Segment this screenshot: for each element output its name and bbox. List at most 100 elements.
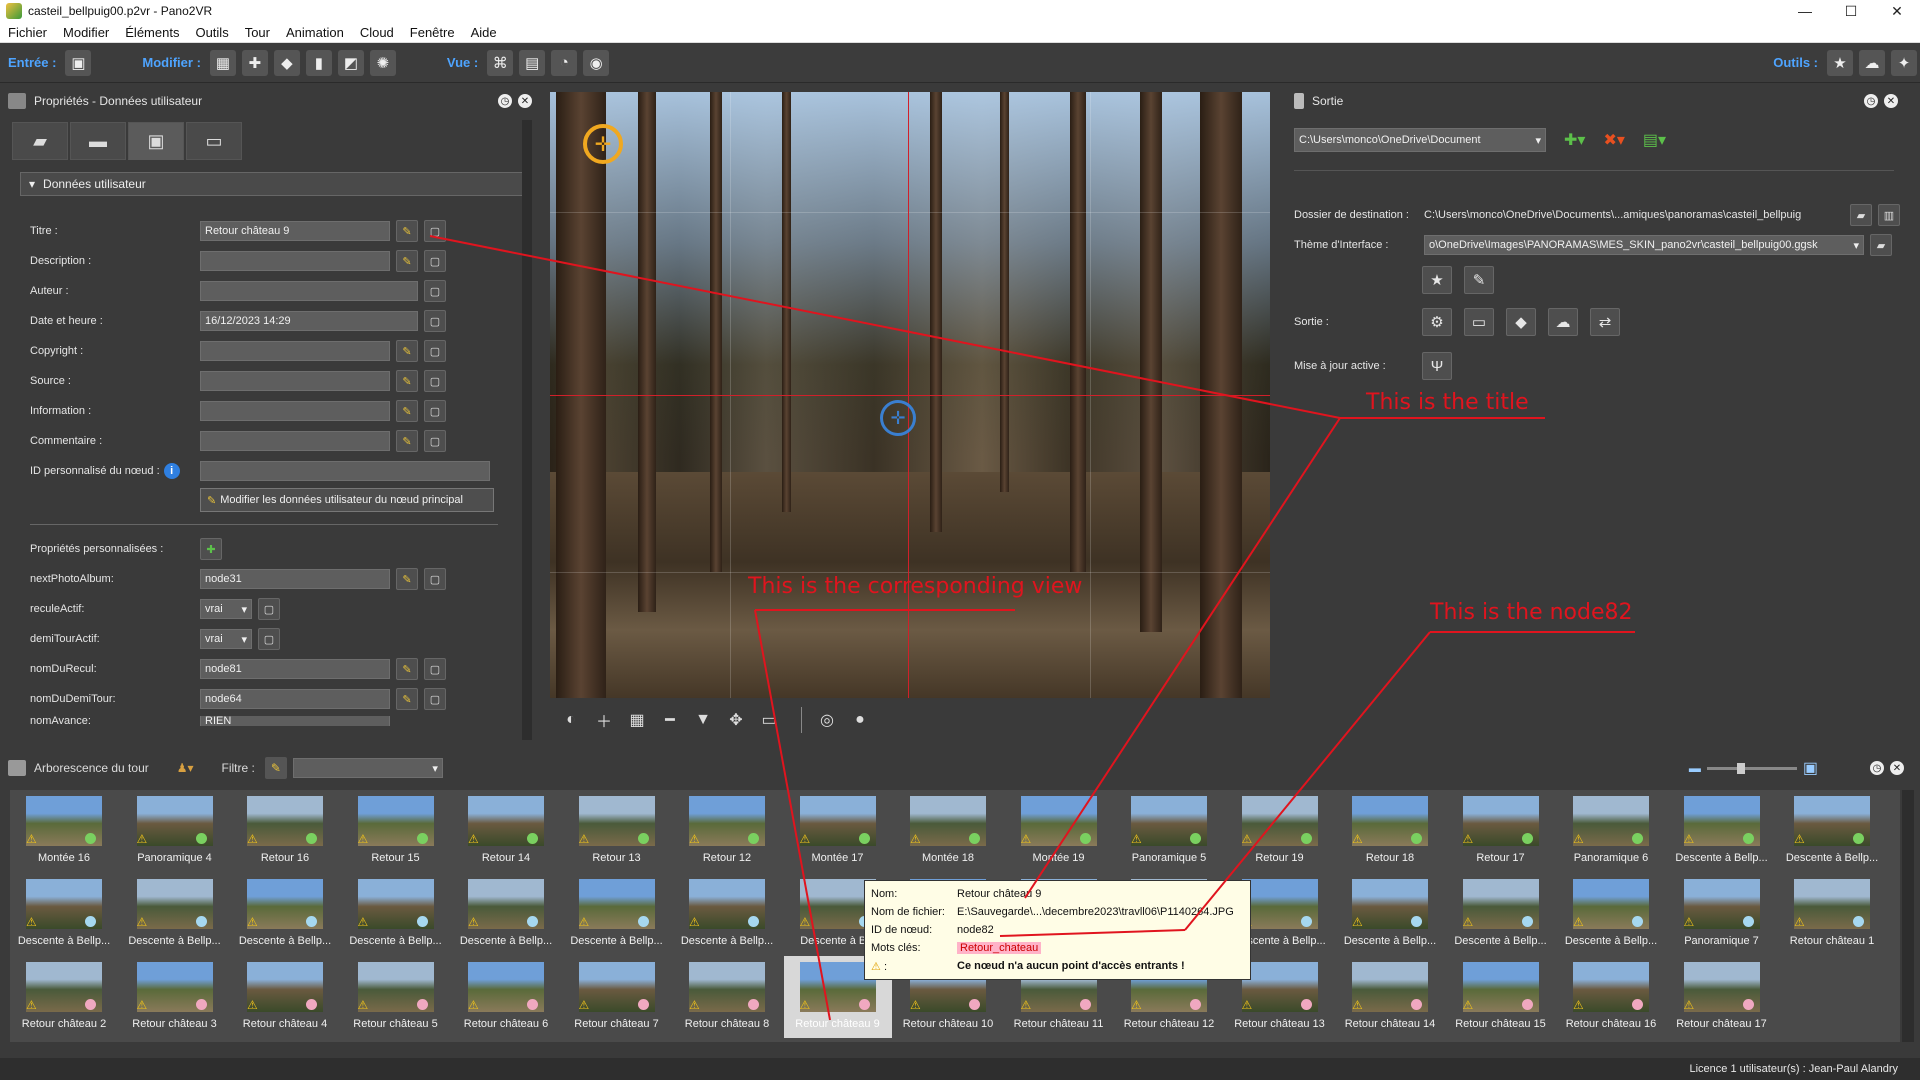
tab-view-icon[interactable]: ▬: [70, 122, 126, 160]
document-icon[interactable]: ▤: [519, 49, 546, 76]
grid-icon[interactable]: ▦: [624, 707, 650, 733]
add-property-icon[interactable]: ✚: [200, 538, 222, 560]
cloud-tools-icon[interactable]: ☁: [1859, 49, 1885, 76]
export-doc-icon[interactable]: ▤▾: [1643, 130, 1666, 150]
tour-node-thumb[interactable]: ⚠ Retour 13: [563, 790, 671, 872]
pencil-icon[interactable]: ✎: [396, 688, 418, 710]
gauge-icon[interactable]: ◔: [551, 49, 578, 76]
tour-node-thumb[interactable]: ⚠ Retour 19: [1226, 790, 1334, 872]
tour-node-thumb[interactable]: ⚠ Retour château 15: [1447, 956, 1555, 1038]
menu-aide[interactable]: Aide: [463, 25, 505, 40]
copy-icon[interactable]: ▢: [424, 688, 446, 710]
skin-edit-icon[interactable]: ✎: [1464, 266, 1494, 294]
copy-icon[interactable]: ▢: [424, 430, 446, 452]
modify-main-node-button[interactable]: ✎ Modifier les données utilisateur du nœ…: [200, 488, 494, 512]
pencil-icon[interactable]: ✎: [396, 220, 418, 242]
add-output-icon[interactable]: ✚▾: [1564, 130, 1585, 150]
tour-node-thumb[interactable]: ⚠ Descente à Bellp...: [121, 873, 229, 955]
copy-icon[interactable]: ▢: [424, 568, 446, 590]
titre-input[interactable]: Retour château 9: [200, 221, 390, 241]
copy-icon[interactable]: ▢: [424, 280, 446, 302]
menu-fenetre[interactable]: Fenêtre: [402, 25, 463, 40]
eye-icon[interactable]: ◉: [583, 49, 610, 76]
copyright-input[interactable]: [200, 341, 390, 361]
compass-icon[interactable]: ◐: [558, 707, 584, 733]
tour-node-thumb[interactable]: ⚠ Retour château 7: [563, 956, 671, 1038]
menu-elements[interactable]: Éléments: [117, 25, 187, 40]
skin-icon[interactable]: ◆: [273, 49, 300, 76]
pencil-icon[interactable]: ✎: [396, 370, 418, 392]
copy-icon[interactable]: ▢: [424, 250, 446, 272]
cloud-upload-icon[interactable]: ☁: [1548, 308, 1578, 336]
tour-node-thumb[interactable]: ⚠ Descente à Bellp...: [673, 873, 781, 955]
copy-icon[interactable]: ▢: [424, 370, 446, 392]
tour-node-thumb[interactable]: ⚠ Retour 17: [1447, 790, 1555, 872]
information-input[interactable]: [200, 401, 390, 421]
tour-node-thumb[interactable]: ⚠ Panoramique 5: [1115, 790, 1223, 872]
tab-general-icon[interactable]: ▰: [12, 122, 68, 160]
center-target-icon[interactable]: ✛: [880, 400, 916, 436]
properties-scrollbar[interactable]: [522, 120, 532, 740]
theme-select[interactable]: o\OneDrive\Images\PANORAMAS\MES_SKIN_pan…: [1424, 235, 1864, 255]
skin-star-icon[interactable]: ★: [1422, 266, 1452, 294]
tour-scrollbar[interactable]: [1902, 790, 1914, 1042]
tour-node-thumb[interactable]: ⚠ Panoramique 4: [121, 790, 229, 872]
target-hotspot-icon[interactable]: ✛: [583, 124, 623, 164]
menu-cloud[interactable]: Cloud: [352, 25, 402, 40]
input-image-icon[interactable]: ▣: [65, 49, 92, 76]
copy-icon[interactable]: ▢: [258, 598, 280, 620]
menu-animation[interactable]: Animation: [278, 25, 352, 40]
tour-node-thumb[interactable]: ⚠ Retour château 8: [673, 956, 781, 1038]
tour-node-thumb[interactable]: ⚠ Descente à Bellp...: [231, 873, 339, 955]
tour-node-thumb[interactable]: ⚠ Retour château 6: [452, 956, 560, 1038]
tab-user-data-icon[interactable]: ▣: [128, 122, 184, 160]
folder-icon[interactable]: ▰: [1870, 234, 1892, 256]
auteur-input[interactable]: [200, 281, 418, 301]
binoculars-icon[interactable]: ⌘: [487, 49, 514, 76]
source-input[interactable]: [200, 371, 390, 391]
nomDuRecul-input[interactable]: node81: [200, 659, 390, 679]
copy-icon[interactable]: ▢: [424, 400, 446, 422]
info-icon[interactable]: i: [163, 463, 180, 479]
panorama-viewer[interactable]: ✛ ✛: [550, 92, 1270, 698]
pencil-icon[interactable]: ✎: [396, 400, 418, 422]
menu-fichier[interactable]: Fichier: [0, 25, 55, 40]
tab-output-icon[interactable]: ▭: [186, 122, 242, 160]
splitter-handle[interactable]: [950, 744, 970, 748]
tour-node-thumb[interactable]: ⚠ Retour château 2: [10, 956, 118, 1038]
pencil-icon[interactable]: ✎: [396, 568, 418, 590]
thumb-size-slider[interactable]: [1706, 762, 1797, 774]
panel-close-icon[interactable]: ✕: [1890, 761, 1904, 775]
panel-float-icon[interactable]: ◷: [1870, 761, 1884, 775]
user-filter-icon[interactable]: ♟▾: [177, 761, 194, 775]
filter-select[interactable]: ▾: [292, 758, 443, 778]
tour-node-thumb[interactable]: ⚠ Retour château 5: [342, 956, 450, 1038]
tour-node-thumb[interactable]: ⚠ Descente à Bellp...: [342, 873, 450, 955]
tour-node-thumb[interactable]: ⚠ Retour 16: [231, 790, 339, 872]
horizon-icon[interactable]: ━: [657, 707, 683, 733]
copy-icon[interactable]: ▢: [424, 340, 446, 362]
tour-node-thumb[interactable]: ⚠ Descente à Bellp...: [1336, 873, 1444, 955]
tour-node-thumb[interactable]: ⚠ Retour 14: [452, 790, 560, 872]
demiTourActif-select[interactable]: vrai ▾: [200, 629, 252, 649]
user-data-section[interactable]: ▾ Données utilisateur: [20, 172, 528, 196]
tour-node-thumb[interactable]: ⚠ Panoramique 6: [1557, 790, 1665, 872]
star-tools-icon[interactable]: ★: [1827, 49, 1853, 76]
panel-float-icon[interactable]: ◷: [1864, 94, 1878, 108]
target-icon[interactable]: ◎: [814, 707, 840, 733]
maximize-button[interactable]: ☐: [1828, 0, 1874, 22]
pencil-icon[interactable]: ✎: [396, 250, 418, 272]
transfer-icon[interactable]: ⇄: [1590, 308, 1620, 336]
tour-node-thumb[interactable]: ⚠ Montée 18: [894, 790, 1002, 872]
lens-flare-icon[interactable]: ✺: [369, 49, 396, 76]
tour-node-thumb[interactable]: ⚠ Retour 18: [1336, 790, 1444, 872]
map-icon[interactable]: ◩: [337, 49, 364, 76]
nextPhotoAlbum-input[interactable]: node31: [200, 569, 390, 589]
panel-close-icon[interactable]: ✕: [518, 94, 532, 108]
patch-icon[interactable]: ▮: [305, 49, 332, 76]
menu-tour[interactable]: Tour: [237, 25, 278, 40]
minimize-button[interactable]: —: [1782, 0, 1828, 22]
tour-node-thumb[interactable]: ⚠ Montée 19: [1005, 790, 1113, 872]
puzzle-tools-icon[interactable]: ✦: [1891, 49, 1917, 76]
output-path-select[interactable]: C:\Users\monco\OneDrive\Document ▾: [1294, 128, 1546, 152]
